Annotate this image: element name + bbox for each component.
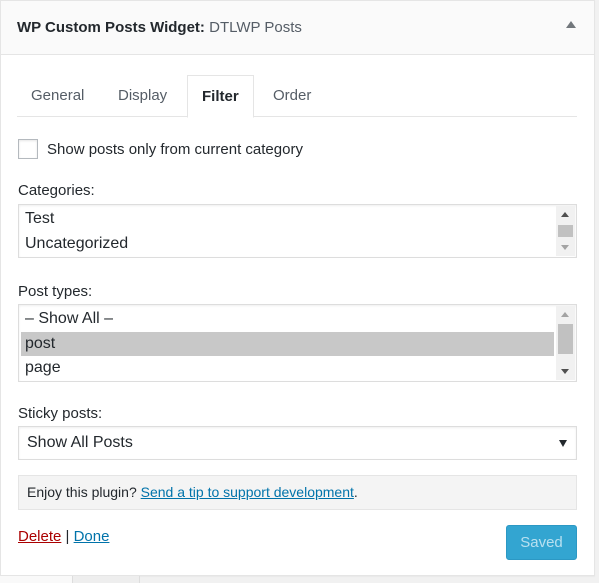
post-types-options: – Show All – post page bbox=[21, 307, 554, 381]
notice-text: Enjoy this plugin? bbox=[27, 484, 141, 500]
widget-header[interactable]: WP Custom Posts Widget: DTLWP Posts bbox=[1, 1, 594, 55]
save-button[interactable]: Saved bbox=[506, 525, 577, 560]
post-type-option-page[interactable]: page bbox=[21, 356, 554, 381]
widget-panel: WP Custom Posts Widget: DTLWP Posts Gene… bbox=[0, 0, 595, 576]
action-separator: | bbox=[61, 528, 74, 545]
scroll-up-icon[interactable] bbox=[561, 212, 569, 217]
bottom-edge bbox=[0, 576, 140, 583]
current-category-checkbox[interactable] bbox=[18, 139, 38, 159]
post-type-option-post[interactable]: post bbox=[21, 331, 554, 356]
current-category-label[interactable]: Show posts only from current category bbox=[47, 141, 303, 158]
sticky-posts-value: Show All Posts bbox=[27, 434, 133, 451]
tab-order[interactable]: Order bbox=[259, 75, 325, 117]
sticky-posts-label: Sticky posts: bbox=[18, 405, 103, 422]
scroll-down-icon[interactable] bbox=[561, 369, 569, 374]
triangle-up-icon[interactable] bbox=[566, 21, 576, 28]
scroll-up-icon[interactable] bbox=[561, 312, 569, 317]
categories-scrollbar[interactable] bbox=[556, 206, 575, 256]
tab-bar: General Display Filter Order bbox=[17, 75, 577, 118]
delete-link[interactable]: Delete bbox=[18, 528, 61, 545]
support-notice: Enjoy this plugin? Send a tip to support… bbox=[18, 475, 577, 510]
current-category-option: Show posts only from current category bbox=[18, 138, 303, 160]
sticky-posts-select[interactable]: Show All Posts bbox=[18, 426, 577, 460]
widget-title-text: WP Custom Posts Widget: bbox=[17, 19, 205, 36]
scroll-thumb[interactable] bbox=[558, 324, 573, 354]
post-type-option-show-all[interactable]: – Show All – bbox=[21, 307, 554, 332]
bottom-edge-segment bbox=[0, 576, 72, 583]
widget-instance-title: DTLWP Posts bbox=[209, 19, 302, 36]
post-types-scrollbar[interactable] bbox=[556, 306, 575, 380]
tip-link[interactable]: Send a tip to support development bbox=[141, 484, 354, 500]
tab-general[interactable]: General bbox=[17, 75, 98, 117]
post-types-listbox[interactable]: – Show All – post page bbox=[18, 304, 577, 382]
post-types-label: Post types: bbox=[18, 283, 93, 300]
widget-title: WP Custom Posts Widget: DTLWP Posts bbox=[17, 19, 302, 36]
scroll-down-icon[interactable] bbox=[561, 245, 569, 250]
widget-actions: Delete | Done bbox=[18, 528, 109, 545]
notice-suffix: . bbox=[353, 484, 358, 500]
category-option-uncategorized[interactable]: Uncategorized bbox=[21, 232, 554, 257]
chevron-down-icon bbox=[559, 440, 567, 447]
categories-label: Categories: bbox=[18, 182, 95, 199]
tab-filter[interactable]: Filter bbox=[187, 75, 254, 118]
categories-options: Test Uncategorized bbox=[21, 207, 554, 256]
categories-listbox[interactable]: Test Uncategorized bbox=[18, 204, 577, 258]
category-option-test[interactable]: Test bbox=[21, 207, 554, 232]
tab-display[interactable]: Display bbox=[104, 75, 181, 117]
scroll-thumb[interactable] bbox=[558, 225, 573, 237]
done-link[interactable]: Done bbox=[74, 528, 110, 545]
bottom-edge-segment bbox=[72, 576, 140, 583]
